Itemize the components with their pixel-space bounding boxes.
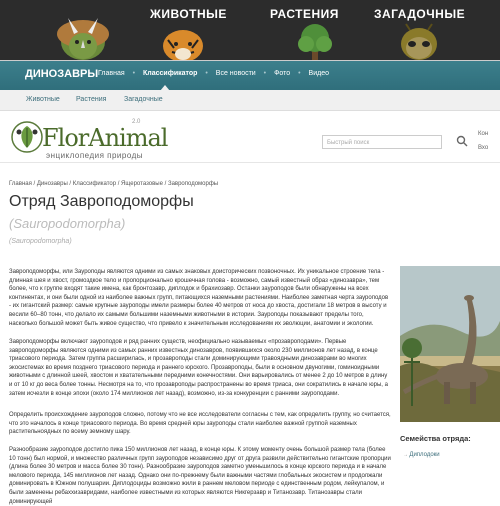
article-paragraph-3: Определить происхождение зауроподов слож…	[9, 412, 391, 436]
logo-wordmark[interactable]: FlorAnimal	[42, 124, 168, 152]
sidebar-item-diplodocus[interactable]: → Диплодоки	[403, 452, 440, 458]
nav-item-classifier[interactable]: Классификатор	[143, 70, 197, 77]
search-input[interactable]: Быстрый поиск	[322, 135, 442, 149]
main-nav: ДИНОЗАВРЫ Главная • Классификатор • Все …	[0, 60, 500, 91]
search-icon[interactable]	[456, 135, 468, 147]
login-link[interactable]: Вхо	[478, 145, 488, 151]
breadcrumb[interactable]: Главная / Динозавры / Классификатор / Ящ…	[9, 181, 218, 187]
category-label: ЗАГАДОЧНЫЕ	[374, 7, 466, 21]
nav-item-home[interactable]: Главная	[98, 70, 125, 77]
latin-name-small: (Sauropodomorpha)	[9, 238, 72, 245]
nav-separator: •	[132, 70, 136, 77]
nav-item-news[interactable]: Все новости	[216, 70, 256, 77]
nav-separator: •	[205, 70, 208, 77]
sub-nav: Животные Растения Загадочные	[0, 90, 500, 111]
nav-item-video[interactable]: Видео	[309, 70, 329, 77]
triceratops-icon	[57, 18, 109, 60]
article-paragraph-1: Завроподоморфы, или Зауроподы являются о…	[9, 269, 389, 327]
subnav-item-plants[interactable]: Растения	[76, 96, 106, 103]
category-bar: ЖИВОТНЫЕ РАСТЕНИЯ ЗАГАДОЧНЫЕ	[0, 0, 500, 60]
subnav-item-mysterious[interactable]: Загадочные	[124, 96, 163, 103]
category-label: РАСТЕНИЯ	[270, 7, 339, 21]
nav-item-photo[interactable]: Фото	[274, 70, 290, 77]
article-paragraph-2: Завроподоморфы включают зауроподов и ряд…	[9, 339, 388, 397]
main-nav-bar: ДИНОЗАВРЫ Главная • Классификатор • Все …	[0, 61, 500, 91]
sauropod-image[interactable]	[400, 266, 500, 422]
latin-name: (Sauropodomorpha)	[9, 216, 126, 231]
logo-tagline: энциклопедия природы	[46, 151, 144, 160]
contacts-link[interactable]: Кон	[478, 131, 488, 137]
tiger-icon	[163, 30, 203, 60]
category-plants[interactable]: РАСТЕНИЯ	[262, 0, 370, 60]
alien-mask-icon	[401, 23, 437, 60]
nav-separator: •	[298, 70, 301, 77]
nav-separator: •	[263, 70, 267, 77]
category-animals[interactable]: ЖИВОТНЫЕ	[140, 0, 260, 60]
logo-version: 2.0	[132, 119, 141, 125]
category-dinosaurs[interactable]	[20, 0, 140, 60]
category-label: ЖИВОТНЫЕ	[150, 7, 227, 21]
subnav-item-animals[interactable]: Животные	[26, 96, 60, 103]
nav-menu: Главная • Классификатор • Все новости • …	[98, 70, 335, 77]
category-mysterious[interactable]: ЗАГАДОЧНЫЕ	[372, 0, 500, 60]
article-paragraph-4: Разнообразие зауроподов достигло пика 15…	[9, 447, 391, 505]
brand-dinosaurs[interactable]: ДИНОЗАВРЫ	[25, 68, 98, 80]
sidebar-item-label: Диплодоки	[409, 452, 440, 458]
paw-leaf-logo-icon[interactable]	[10, 120, 44, 154]
page-title: Отряд Завроподоморфы	[9, 193, 194, 210]
tree-icon	[298, 24, 332, 60]
sidebar-title: Семейства отряда:	[400, 434, 471, 443]
